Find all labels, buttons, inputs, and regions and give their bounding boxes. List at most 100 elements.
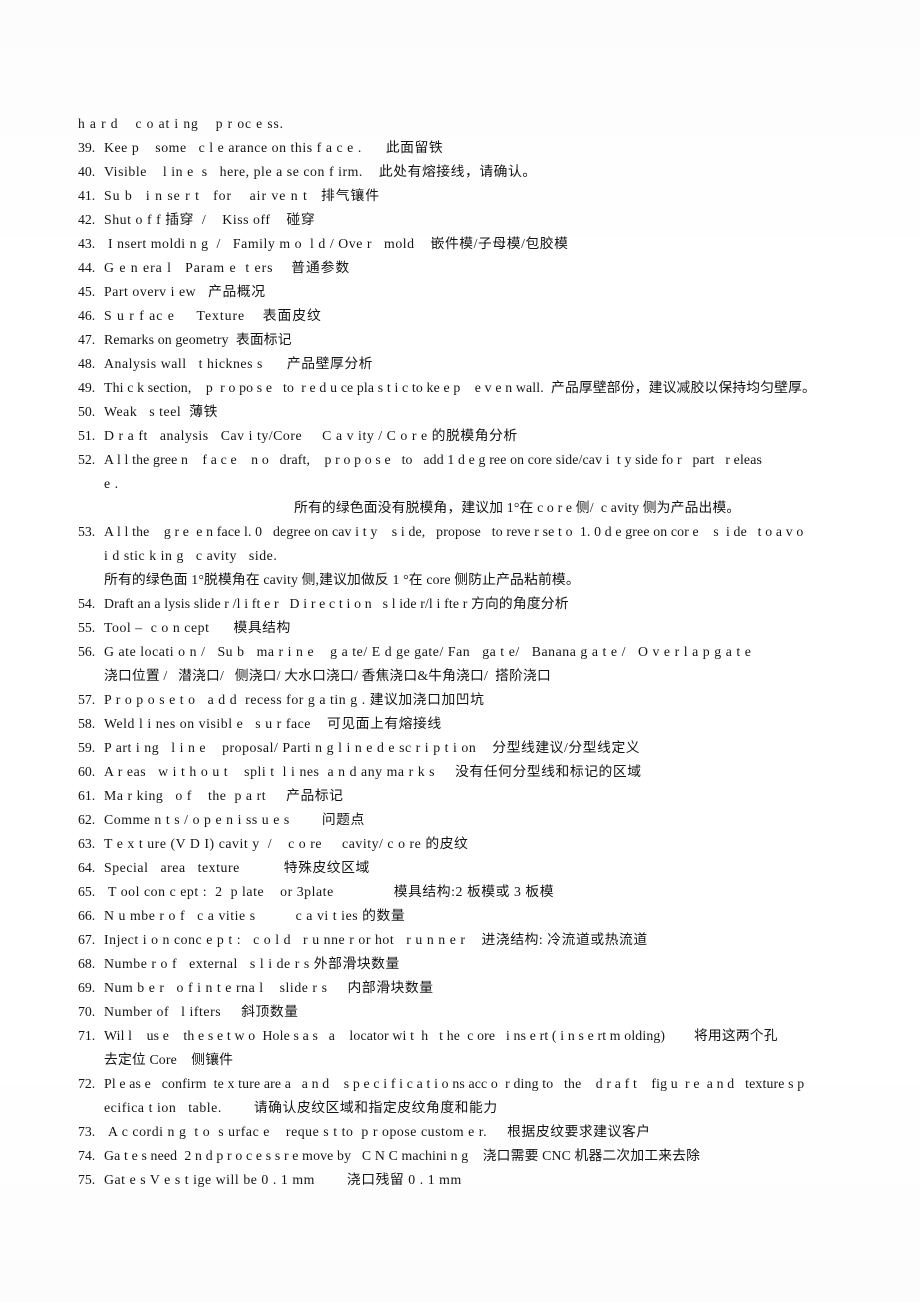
checklist-item-number: 74. [78, 1148, 96, 1163]
checklist-item-number: 62. [78, 812, 96, 827]
checklist-item-text: P art i ng l i n e proposal/ Parti n g l… [104, 740, 641, 755]
checklist-item-number: 46. [78, 308, 96, 323]
checklist-item-body: Num b e r o f i n t e rna l slide r s 内部… [104, 976, 908, 1000]
checklist-item: 66. N u mbe r o f c a vitie s c a vi t ie… [78, 904, 908, 928]
checklist-item-text: Visible l in e s here, ple a se con f ir… [104, 164, 537, 179]
checklist-item-text: N u mbe r o f c a vitie s c a vi t ies 的… [104, 908, 406, 923]
checklist-item-wrapped-text: ecifica t ion table. 请确认皮纹区域和指定皮纹角度和能力 [104, 1100, 498, 1115]
checklist-item: 51. D r a ft analysis Cav i ty/Core C a v… [78, 424, 908, 448]
checklist-item-text: Weak s teel 薄铁 [104, 404, 218, 419]
checklist-item-number: 65. [78, 884, 96, 899]
checklist-item-body: I nsert moldi n g / Family m o l d / Ove… [104, 232, 908, 256]
checklist-item-body: T ool con c ept : 2 p late or 3plate 模具结… [104, 880, 908, 904]
checklist-item-number: 47. [78, 332, 96, 347]
checklist-item-number: 45. [78, 284, 96, 299]
checklist-item-number: 54. [78, 596, 96, 611]
checklist-item-body: Thi c k section, p r o po s e to r e d u… [104, 376, 908, 400]
checklist-item-body: D r a ft analysis Cav i ty/Core C a v it… [104, 424, 908, 448]
checklist-item-text: Part overv i ew 产品概况 [104, 284, 266, 299]
checklist-item-text: Num b e r o f i n t e rna l slide r s 内部… [104, 980, 434, 995]
checklist-item: 61. Ma r king o f the p a rt 产品标记 [78, 784, 908, 808]
checklist-item-body: Shut o f f 插穿 / Kiss off 碰穿 [104, 208, 908, 232]
checklist-item-number: 59. [78, 740, 96, 755]
checklist-item-body: Inject i o n conc e p t : c o l d r u nn… [104, 928, 908, 952]
checklist-item-text: Weld l i nes on visibl e s u r face 可见面上… [104, 716, 442, 731]
checklist-item-body: A l l the gree n f a c e n o draft, p r … [104, 448, 908, 520]
checklist-item-body: Tool – c o n cept 模具结构 [104, 616, 908, 640]
checklist-item: 57. P r o p o s e t o a d d recess for g … [78, 688, 908, 712]
checklist-item-text: Thi c k section, p r o po s e to r e d u… [104, 380, 816, 395]
checklist-item: 54. Draft an a lysis slide r /l i ft e r … [78, 592, 908, 616]
checklist-item-body: Remarks on geometry 表面标记 [104, 328, 908, 352]
checklist-item-wrapped-text: 浇口位置 / 潜浇口/ 侧浇口/ 大水口浇口/ 香焦浇口&牛角浇口/ 搭阶浇口 [104, 668, 551, 683]
checklist-item-text: Special area texture 特殊皮纹区域 [104, 860, 370, 875]
checklist-item-text: Draft an a lysis slide r /l i ft e r D i… [104, 596, 569, 611]
checklist-item-body: A l l the g r e e n face l. 0 degree on … [104, 520, 908, 592]
checklist-item: 60. A r eas w i t h o u t spli t l i nes … [78, 760, 908, 784]
checklist-item-body: S u r f ac e Texture 表面皮纹 [104, 304, 908, 328]
checklist-item-wrapped-text: 去定位 Core 侧镶件 [104, 1052, 234, 1067]
checklist-item-text: Shut o f f 插穿 / Kiss off 碰穿 [104, 212, 316, 227]
checklist-item-number: 51. [78, 428, 96, 443]
checklist-item-text: Remarks on geometry 表面标记 [104, 332, 292, 347]
checklist-item-body: Analysis wall t hicknes s 产品壁厚分析 [104, 352, 908, 376]
document-page: h a r d c o at i ng p r oc e ss. 39. Kee … [0, 0, 920, 1302]
checklist-item-number: 58. [78, 716, 96, 731]
checklist-item-body: Part overv i ew 产品概况 [104, 280, 908, 304]
checklist-item-text: Numbe r o f external s l i de r s 外部滑块数量 [104, 956, 400, 971]
checklist-item-body: A c cordi n g t o s urfac e reque s t to… [104, 1120, 908, 1144]
checklist-item-body: G ate locati o n / Su b ma r i n e g a t… [104, 640, 908, 688]
checklist-item-number: 61. [78, 788, 96, 803]
checklist-item-text: A r eas w i t h o u t spli t l i nes a n… [104, 764, 642, 779]
checklist-item-number: 68. [78, 956, 96, 971]
checklist-item-body: Weak s teel 薄铁 [104, 400, 908, 424]
orphan-continuation-line: h a r d c o at i ng p r oc e ss. [78, 116, 284, 131]
checklist-item: 53. A l l the g r e e n face l. 0 degree … [78, 520, 908, 592]
checklist-item: 70. Number of l ifters 斜顶数量 [78, 1000, 908, 1024]
checklist-item: 42. Shut o f f 插穿 / Kiss off 碰穿 [78, 208, 908, 232]
checklist-item: 46. S u r f ac e Texture 表面皮纹 [78, 304, 908, 328]
checklist-item: 49. Thi c k section, p r o po s e to r e … [78, 376, 908, 400]
checklist-item-text: G e n era l Param e t ers 普通参数 [104, 260, 351, 275]
checklist-item-body: G e n era l Param e t ers 普通参数 [104, 256, 908, 280]
checklist-item: 44. G e n era l Param e t ers 普通参数 [78, 256, 908, 280]
checklist-item-number: 66. [78, 908, 96, 923]
checklist-item-number: 44. [78, 260, 96, 275]
checklist-item-body: P art i ng l i n e proposal/ Parti n g l… [104, 736, 908, 760]
checklist-item-number: 42. [78, 212, 96, 227]
checklist-item-body: Comme n t s / o p e n i ss u e s 问题点 [104, 808, 908, 832]
checklist-item-text: Wil l us e th e s e t w o Hole s a s a l… [104, 1028, 778, 1043]
checklist-item: 43. I nsert moldi n g / Family m o l d /… [78, 232, 908, 256]
checklist-item-text: A l l the gree n f a c e n o draft, p r … [104, 452, 763, 467]
checklist-item: 59. P art i ng l i n e proposal/ Parti n … [78, 736, 908, 760]
checklist-item-text: Ga t e s need 2 n d p r o c e s s r e mo… [104, 1148, 701, 1163]
checklist-item-number: 57. [78, 692, 96, 707]
checklist-item-text: I nsert moldi n g / Family m o l d / Ove… [104, 236, 569, 251]
checklist-item: 71. Wil l us e th e s e t w o Hole s a s … [78, 1024, 908, 1072]
checklist-item: 68. Numbe r o f external s l i de r s 外部滑… [78, 952, 908, 976]
checklist-item: 48. Analysis wall t hicknes s 产品壁厚分析 [78, 352, 908, 376]
checklist-item-text: S u r f ac e Texture 表面皮纹 [104, 308, 322, 323]
checklist-item-number: 64. [78, 860, 96, 875]
checklist-item-number: 48. [78, 356, 96, 371]
checklist-item-text: T ool con c ept : 2 p late or 3plate 模具结… [104, 884, 555, 899]
checklist-item-number: 53. [78, 524, 96, 539]
checklist-item-body: Number of l ifters 斜顶数量 [104, 1000, 908, 1024]
checklist-item-text: Number of l ifters 斜顶数量 [104, 1004, 299, 1019]
checklist-item-text: Tool – c o n cept 模具结构 [104, 620, 291, 635]
checklist-item-body: P r o p o s e t o a d d recess for g a t… [104, 688, 908, 712]
checklist-item-body: Ma r king o f the p a rt 产品标记 [104, 784, 908, 808]
checklist-item: 55. Tool – c o n cept 模具结构 [78, 616, 908, 640]
checklist-item: 62. Comme n t s / o p e n i ss u e s 问题点 [78, 808, 908, 832]
checklist-item-text: Su b i n se r t for air ve n t 排气镶件 [104, 188, 380, 203]
checklist-item-body: Su b i n se r t for air ve n t 排气镶件 [104, 184, 908, 208]
checklist-item: 45. Part overv i ew 产品概况 [78, 280, 908, 304]
checklist-item: 39. Kee p some c l e arance on this f a c… [78, 136, 908, 160]
checklist-item-body: Ga t e s need 2 n d p r o c e s s r e mo… [104, 1144, 908, 1168]
checklist-item: 67. Inject i o n conc e p t : c o l d r u… [78, 928, 908, 952]
checklist-item-body: Wil l us e th e s e t w o Hole s a s a l… [104, 1024, 908, 1072]
checklist-item-number: 49. [78, 380, 96, 395]
checklist-item-body: N u mbe r o f c a vitie s c a vi t ies 的… [104, 904, 908, 928]
checklist-item-text: Inject i o n conc e p t : c o l d r u nn… [104, 932, 648, 947]
checklist-item: 47. Remarks on geometry 表面标记 [78, 328, 908, 352]
